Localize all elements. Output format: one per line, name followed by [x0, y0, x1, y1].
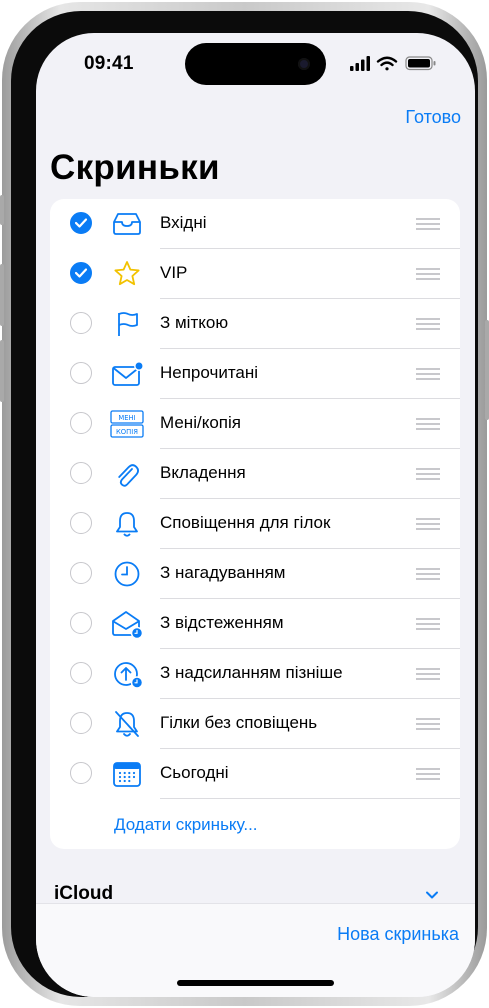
status-time: 09:41 — [84, 53, 134, 74]
status-bar: 09:41 — [36, 33, 475, 93]
mailbox-row-attachments[interactable]: Вкладення — [50, 449, 460, 499]
calendar-icon — [113, 762, 141, 787]
mailbox-label: Вхідні — [160, 213, 207, 232]
mailbox-label: З нагадуванням — [160, 563, 286, 582]
bottom-toolbar: Нова скринька — [36, 903, 475, 997]
reorder-handle-icon[interactable] — [416, 418, 440, 430]
send-later-icon — [114, 662, 144, 689]
to-text: МЕНІ — [118, 414, 135, 422]
row-separator — [160, 798, 460, 799]
reorder-handle-icon[interactable] — [416, 568, 440, 580]
volume-down-button — [0, 340, 4, 402]
status-icons — [350, 56, 436, 71]
mailbox-row-inbox[interactable]: Вхідні — [50, 199, 460, 249]
account-section-title[interactable]: iCloud — [54, 883, 113, 905]
mailbox-label: Непрочитані — [160, 363, 259, 382]
reorder-handle-icon[interactable] — [416, 618, 440, 630]
checkbox-unchecked[interactable] — [70, 712, 92, 734]
battery-icon — [405, 56, 436, 71]
checkbox-unchecked[interactable] — [70, 762, 92, 784]
mailbox-row-follow-up[interactable]: З відстеженням — [50, 599, 460, 649]
checkbox-unchecked[interactable] — [70, 412, 92, 434]
mailbox-label: З надсиланням пізніше — [160, 663, 343, 682]
checkmark-icon — [75, 268, 87, 278]
screen: 09:41 Готово Скриньки Вхідні VIP З мітко… — [36, 33, 475, 997]
mailbox-row-to-cc[interactable]: МЕНІ КОПІЯ Мені/копія — [50, 399, 460, 449]
checkbox-unchecked[interactable] — [70, 512, 92, 534]
mailbox-label: Сьогодні — [160, 763, 229, 782]
reorder-handle-icon[interactable] — [416, 468, 440, 480]
checkbox-unchecked[interactable] — [70, 612, 92, 634]
reorder-handle-icon[interactable] — [416, 518, 440, 530]
mailbox-label: Мені/копія — [160, 413, 241, 432]
reorder-handle-icon[interactable] — [416, 718, 440, 730]
mailbox-row-muted-threads[interactable]: Гілки без сповіщень — [50, 699, 460, 749]
mailbox-row-thread-notifications[interactable]: Сповіщення для гілок — [50, 499, 460, 549]
mailbox-label: З міткою — [160, 313, 229, 332]
checkbox-checked[interactable] — [70, 212, 92, 234]
add-mailbox-link[interactable]: Додати скриньку... — [114, 815, 258, 835]
checkbox-checked[interactable] — [70, 262, 92, 284]
phone-frame: 09:41 Готово Скриньки Вхідні VIP З мітко… — [0, 2, 489, 1006]
inbox-tray-icon — [113, 213, 141, 235]
star-icon — [114, 261, 140, 286]
mailbox-row-remind-me[interactable]: З нагадуванням — [50, 549, 460, 599]
mailbox-label: Гілки без сповіщень — [160, 713, 318, 732]
new-mailbox-button[interactable]: Нова скринька — [337, 924, 459, 945]
checkbox-unchecked[interactable] — [70, 362, 92, 384]
phone-bezel: 09:41 Готово Скриньки Вхідні VIP З мітко… — [11, 11, 478, 997]
mailbox-row-vip[interactable]: VIP — [50, 249, 460, 299]
checkbox-unchecked[interactable] — [70, 562, 92, 584]
camera-icon — [298, 58, 310, 70]
reorder-handle-icon[interactable] — [416, 218, 440, 230]
reorder-handle-icon[interactable] — [416, 318, 440, 330]
mailbox-label: З відстеженням — [160, 613, 284, 632]
unread-envelope-icon — [112, 361, 144, 386]
mailbox-row-send-later[interactable]: З надсиланням пізніше — [50, 649, 460, 699]
follow-up-envelope-icon — [112, 611, 144, 639]
checkmark-icon — [75, 218, 87, 228]
mailbox-row-unread[interactable]: Непрочитані — [50, 349, 460, 399]
done-button[interactable]: Готово — [405, 107, 461, 128]
to-cc-icon: МЕНІ КОПІЯ — [110, 410, 144, 438]
signal-icon — [350, 56, 370, 71]
action-button — [0, 195, 4, 225]
wifi-icon — [376, 56, 398, 71]
cc-text: КОПІЯ — [116, 428, 138, 436]
reorder-handle-icon[interactable] — [416, 668, 440, 680]
checkbox-unchecked[interactable] — [70, 662, 92, 684]
bell-slash-icon — [115, 711, 139, 737]
dynamic-island — [185, 43, 326, 85]
mailbox-label: Сповіщення для гілок — [160, 513, 331, 532]
reorder-handle-icon[interactable] — [416, 268, 440, 280]
mailbox-label: Вкладення — [160, 463, 246, 482]
reorder-handle-icon[interactable] — [416, 368, 440, 380]
chevron-down-icon[interactable] — [425, 890, 439, 900]
reorder-handle-icon[interactable] — [416, 768, 440, 780]
side-button — [485, 320, 489, 420]
bell-icon — [116, 512, 138, 537]
mailbox-label: VIP — [160, 263, 188, 282]
checkbox-unchecked[interactable] — [70, 462, 92, 484]
volume-up-button — [0, 264, 4, 326]
page-title: Скриньки — [50, 148, 220, 187]
mailbox-list: Вхідні VIP З міткою Непрочитані МЕНІ КОП… — [50, 199, 460, 849]
paperclip-icon — [118, 464, 139, 487]
checkbox-unchecked[interactable] — [70, 312, 92, 334]
clock-icon — [114, 561, 140, 587]
mailbox-row-flagged[interactable]: З міткою — [50, 299, 460, 349]
flag-icon — [118, 312, 138, 336]
home-indicator — [177, 980, 334, 986]
mailbox-row-today[interactable]: Сьогодні — [50, 749, 460, 799]
